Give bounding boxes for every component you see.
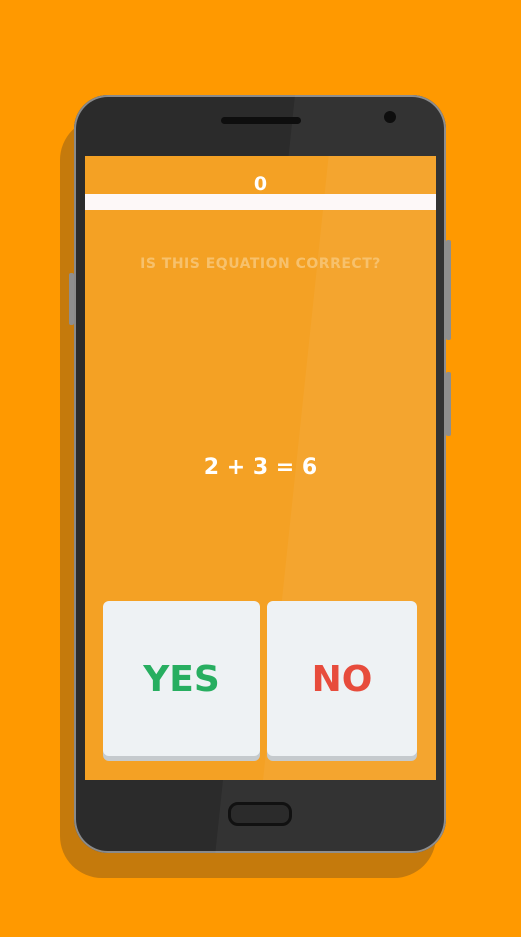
side-button xyxy=(446,372,451,436)
volume-button xyxy=(69,273,74,325)
power-button xyxy=(446,240,451,340)
phone-frame: 0 IS THIS EQUATION CORRECT? 2 + 3 = 6 YE… xyxy=(74,95,446,853)
score-counter: 0 xyxy=(253,173,268,195)
equation-text: 2 + 3 = 6 xyxy=(203,455,318,480)
home-button[interactable] xyxy=(228,802,292,826)
timer-bar-fill xyxy=(85,194,436,210)
yes-button[interactable]: YES xyxy=(103,601,260,756)
no-button[interactable]: NO xyxy=(267,601,417,756)
camera-icon xyxy=(384,111,396,123)
timer-bar xyxy=(85,194,436,210)
no-button-label: NO xyxy=(311,659,373,700)
speaker-grille xyxy=(221,117,301,124)
question-prompt: IS THIS EQUATION CORRECT? xyxy=(140,256,381,272)
game-screen: 0 IS THIS EQUATION CORRECT? 2 + 3 = 6 YE… xyxy=(85,156,436,780)
yes-button-label: YES xyxy=(143,659,220,700)
